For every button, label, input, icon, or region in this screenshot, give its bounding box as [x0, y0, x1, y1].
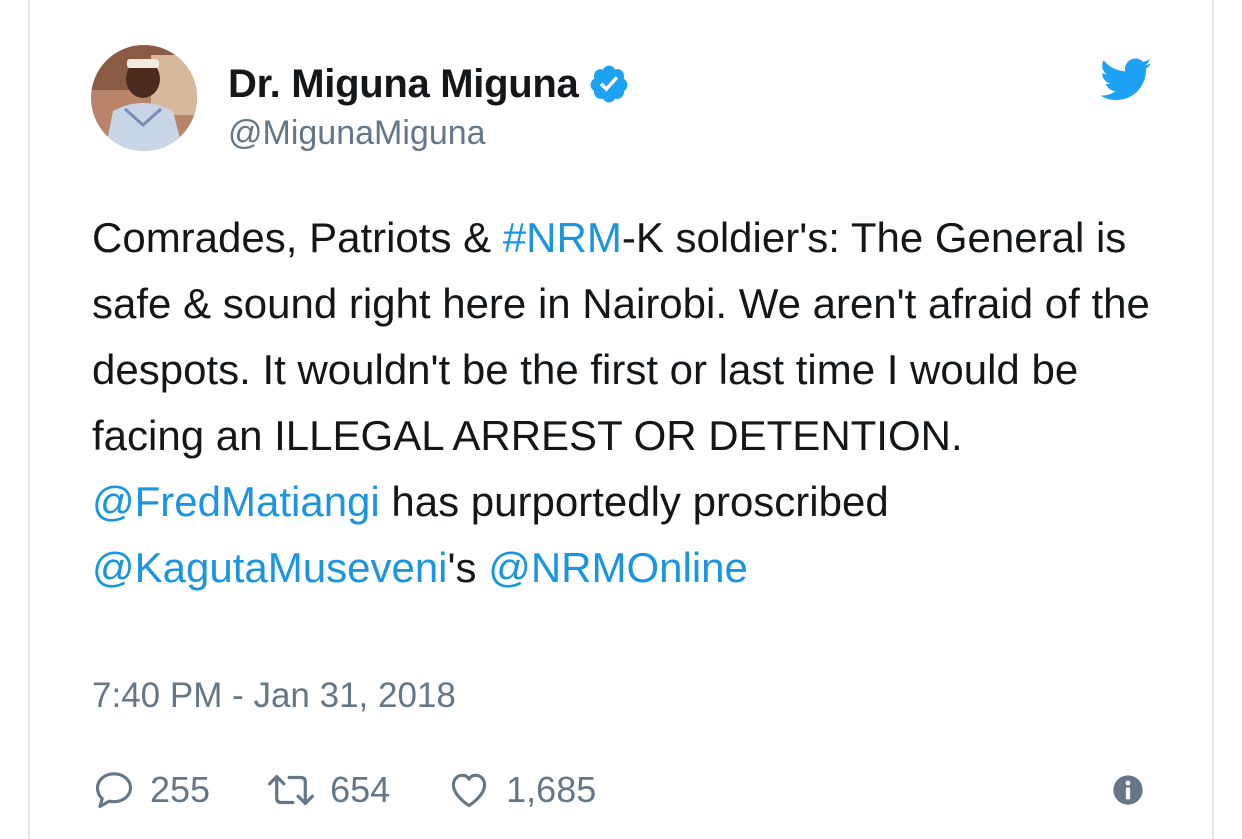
tweet-timestamp[interactable]: 7:40 PM - Jan 31, 2018 [92, 676, 456, 716]
avatar-image [91, 45, 197, 151]
mention-link[interactable]: @KagutaMuseveni [92, 544, 448, 591]
display-name[interactable]: Dr. Miguna Miguna [228, 62, 579, 107]
hashtag-link[interactable]: #NRM [503, 214, 622, 261]
user-handle[interactable]: @MigunaMiguna [228, 114, 486, 153]
like-count: 1,685 [506, 769, 597, 810]
tweet-text-segment: 's [447, 544, 489, 591]
retweet-button[interactable]: 654 [266, 768, 390, 812]
info-icon[interactable] [1112, 774, 1144, 806]
retweet-icon [268, 775, 315, 805]
heart-icon [452, 773, 487, 808]
mention-link[interactable]: @FredMatiangi [92, 478, 380, 525]
mention-link[interactable]: @NRMOnline [488, 544, 748, 591]
reply-count: 255 [150, 769, 211, 810]
reply-icon [95, 772, 133, 809]
tweet-text-segment: has purportedly proscribed [379, 478, 889, 525]
like-button[interactable]: 1,685 [446, 768, 596, 812]
retweet-count: 654 [330, 769, 391, 810]
twitter-bird-icon[interactable] [1100, 58, 1152, 102]
tweet-text: Comrades, Patriots & #NRM-K soldier's: T… [92, 205, 1172, 601]
tweet-actions: 255 654 1,685 [92, 760, 652, 820]
verified-badge-icon [588, 63, 630, 105]
tweet-text-segment: Comrades, Patriots & [92, 214, 503, 261]
reply-button[interactable]: 255 [92, 768, 210, 812]
tweet-card: Dr. Miguna Miguna @MigunaMiguna Comrades… [28, 0, 1214, 839]
author-name-row[interactable]: Dr. Miguna Miguna [228, 56, 630, 112]
avatar[interactable] [91, 45, 197, 151]
